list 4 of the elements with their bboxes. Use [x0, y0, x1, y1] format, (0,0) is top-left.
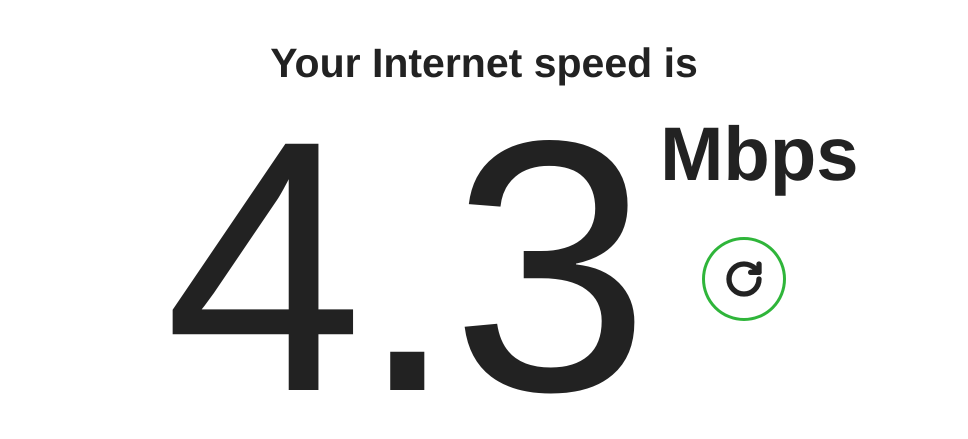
speed-units: Mbps	[660, 117, 859, 194]
speed-value: 4.3	[164, 87, 644, 439]
refresh-icon	[724, 259, 764, 300]
speed-heading: Your Internet speed is	[270, 39, 698, 88]
